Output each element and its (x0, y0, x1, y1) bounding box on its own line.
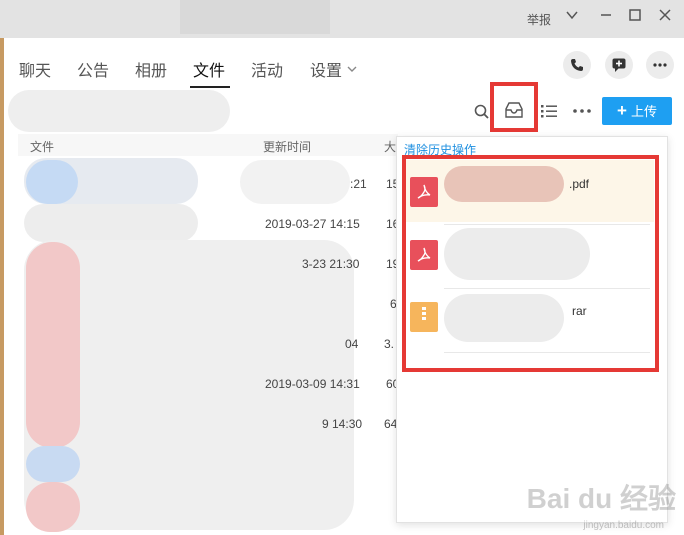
add-message-button[interactable] (605, 51, 633, 79)
baidu-watermark: Bai du 经验 (526, 483, 676, 514)
tab-album[interactable]: 相册 (135, 57, 167, 81)
blurred-file-1-icon (26, 160, 78, 204)
row-3-date: 3-23 21:30 (302, 257, 360, 271)
search-icon[interactable] (473, 103, 491, 126)
column-header-size[interactable]: 大 (384, 138, 396, 155)
maximize-icon[interactable] (623, 6, 647, 30)
tab-settings[interactable]: 设置 (310, 57, 342, 81)
column-header-updated[interactable]: 更新时间 (263, 138, 311, 155)
row-1-date: :21 (350, 177, 367, 191)
upload-label: 上传 (630, 104, 657, 119)
list-view-icon[interactable] (540, 103, 558, 124)
active-tab-underline (190, 86, 230, 88)
close-icon[interactable] (653, 6, 677, 30)
phone-button[interactable] (563, 51, 591, 79)
row-5-size: 3. (384, 337, 395, 351)
blurred-date-1 (240, 160, 350, 204)
blurred-file-9-icon (26, 482, 80, 532)
tab-files[interactable]: 文件 (193, 57, 225, 81)
tab-chat[interactable]: 聊天 (19, 57, 51, 81)
more-options-button[interactable] (646, 51, 674, 79)
report-link[interactable]: 举报 (527, 11, 551, 28)
column-header-file[interactable]: 文件 (30, 138, 54, 155)
transfer-history-icon[interactable] (504, 101, 524, 124)
row-7-date: 9 14:30 (322, 417, 363, 431)
title-bar-blur (180, 0, 330, 34)
baidu-watermark-url: jingyan.baidu.com (583, 520, 664, 531)
row-5-date: 04 (345, 337, 359, 351)
blurred-file-2 (24, 204, 198, 242)
history-list-highlight (402, 155, 659, 372)
tab-activity[interactable]: 活动 (251, 57, 283, 81)
settings-chevron-icon[interactable] (346, 61, 358, 79)
minimize-icon[interactable] (594, 6, 618, 30)
blurred-file-8-icon (26, 446, 80, 482)
plus-icon: + (617, 101, 627, 120)
table-header-bg (18, 134, 398, 156)
blurred-file-3-icon (26, 242, 80, 448)
upload-button[interactable]: + 上传 (602, 97, 672, 125)
chevron-down-icon[interactable] (560, 6, 584, 30)
blurred-group-name (8, 90, 230, 132)
tab-notice[interactable]: 公告 (77, 57, 109, 81)
more-icon[interactable] (572, 103, 592, 124)
row-6-date: 2019-03-09 14:31 (265, 377, 360, 391)
row-2-date: 2019-03-27 14:15 (265, 217, 360, 231)
